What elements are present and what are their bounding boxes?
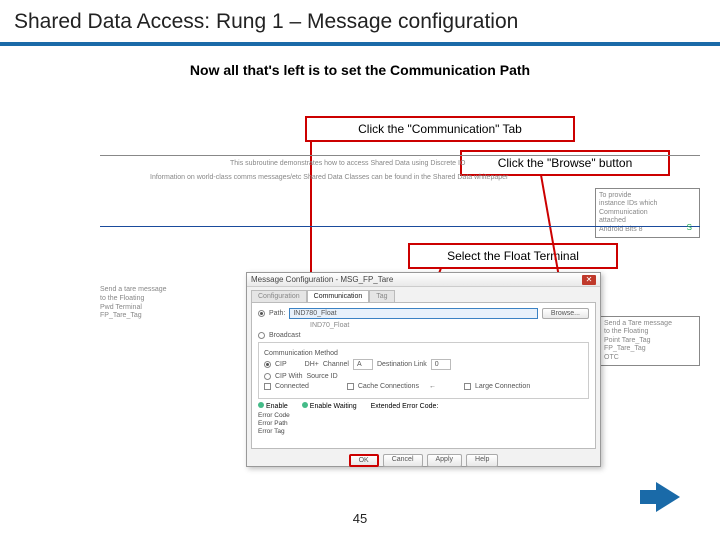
destlink-field[interactable]: 0 xyxy=(431,359,451,370)
page-number: 45 xyxy=(0,511,720,526)
instruction-block: To provide instance IDs which Communicat… xyxy=(595,188,700,238)
broadcast-label: Broadcast xyxy=(269,332,301,339)
status-bullet-icon xyxy=(258,402,264,408)
dialog-body: Path: IND780_Float Browse... IND70_Float… xyxy=(251,302,596,449)
comm-method-fieldset: Communication Method CIP DH+ Channel A D… xyxy=(258,342,589,399)
tab-configuration[interactable]: Configuration xyxy=(251,290,307,302)
tab-communication[interactable]: Communication xyxy=(307,290,370,302)
chk-connected[interactable] xyxy=(264,383,271,390)
close-icon[interactable]: ✕ xyxy=(582,275,596,285)
apply-button[interactable]: Apply xyxy=(427,454,463,467)
comm-method-label: Communication Method xyxy=(264,350,583,357)
slide-title-bar: Shared Data Access: Rung 1 – Message con… xyxy=(0,0,720,46)
chk-large[interactable] xyxy=(464,383,471,390)
help-button[interactable]: Help xyxy=(466,454,498,467)
channel-field[interactable]: A xyxy=(353,359,373,370)
status-bullet-icon xyxy=(302,402,308,408)
radio-path[interactable] xyxy=(258,310,265,317)
error-list: Error Code Error Path Error Tag xyxy=(258,412,589,436)
status-row: Enable Enable Waiting Extended Error Cod… xyxy=(258,402,589,410)
comment-text: This subroutine demonstrates how to acce… xyxy=(230,160,465,167)
radio-cipwith[interactable] xyxy=(264,373,271,380)
cancel-button[interactable]: Cancel xyxy=(383,454,423,467)
message-config-dialog: Message Configuration - MSG_FP_Tare ✕ Co… xyxy=(246,272,601,467)
instruction-block: Send a Tare message to the Floating Poin… xyxy=(600,316,700,366)
slide-title: Shared Data Access: Rung 1 – Message con… xyxy=(14,10,706,34)
path-field[interactable]: IND780_Float xyxy=(289,308,537,319)
chk-cache[interactable] xyxy=(347,383,354,390)
dialog-tabs: Configuration Communication Tag xyxy=(251,290,596,302)
callout-communication-tab: Click the "Communication" Tab xyxy=(305,116,575,142)
radio-broadcast[interactable] xyxy=(258,332,265,339)
path-label: Path: xyxy=(269,310,285,317)
rung-wire xyxy=(100,226,700,227)
ok-button[interactable]: OK xyxy=(349,454,379,467)
dialog-title: Message Configuration - MSG_FP_Tare xyxy=(251,275,393,284)
slide-subtitle: Now all that's left is to set the Commun… xyxy=(0,62,720,78)
rung-comment: Send a tare message to the Floating Pwd … xyxy=(100,286,167,321)
comment-text: Information on world-class comms message… xyxy=(150,174,508,181)
anb-label: S xyxy=(687,223,692,232)
browse-button[interactable]: Browse... xyxy=(542,308,589,319)
dialog-footer: OK Cancel Apply Help xyxy=(247,451,600,469)
path-hint: IND70_Float xyxy=(310,322,349,329)
dialog-titlebar: Message Configuration - MSG_FP_Tare ✕ xyxy=(247,273,600,287)
radio-cip[interactable] xyxy=(264,361,271,368)
next-arrow-icon[interactable] xyxy=(656,482,680,512)
next-arrow-icon[interactable] xyxy=(640,490,656,504)
tab-tag[interactable]: Tag xyxy=(369,290,394,302)
